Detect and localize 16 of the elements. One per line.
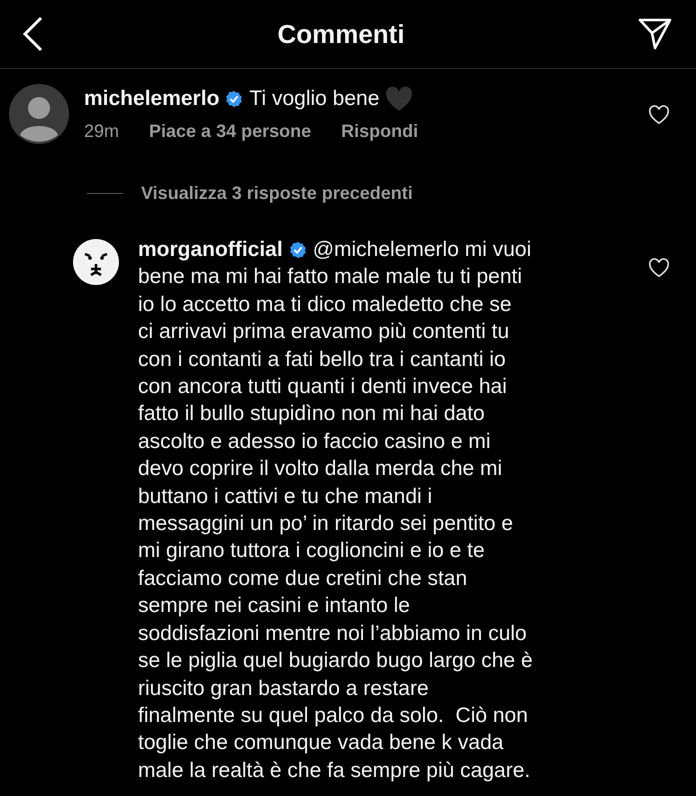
likes-link[interactable]: Piace a 34 persone: [149, 121, 312, 142]
avatar-icon[interactable]: [8, 83, 70, 145]
like-icon[interactable]: [648, 105, 670, 125]
username[interactable]: michelemerlo: [84, 87, 220, 111]
comment-text: Ti voglio bene: [249, 87, 380, 111]
send-icon[interactable]: [638, 17, 672, 51]
back-icon[interactable]: [22, 16, 44, 52]
view-replies-link[interactable]: Visualizza 3 risposte precedenti: [141, 183, 413, 204]
like-icon[interactable]: [648, 258, 670, 278]
comment-text: bene ma mi hai fatto male male tu ti penti io lo accetto ma ti dico maledetto che se ci arrivavi prima eravamo più contenti tu con i contanti a fati bello tra i cantanti io con ancora tutti quanti i denti invece hai fatto il bullo stupidìno non mi hai dato ascolto e adesso io faccio casino e mi devo coprire il volto dalla merda che mi buttano i cattivi e tu che mandi i messaggini un po’ in ritardo sei pentito e mi girano tuttora i coglioncini e io e te facciamo come due cretini che stan sempre nei casini e intanto le soddisfazioni mentre noi l’abbiamo in culo se le piglia quel bugiardo bugo largo che è riuscito gran bastardo a restare finalmente su quel palco da solo. Ciò non toglie che comunque vada bene k vada male la realtà è che fa sempre più cagare.: [138, 264, 534, 784]
page-title: Commenti: [277, 18, 405, 50]
reply-link[interactable]: Rispondi: [341, 121, 418, 142]
username[interactable]: morganofficial: [138, 236, 283, 264]
comment-time: 29m: [84, 121, 120, 142]
avatar-icon[interactable]: [72, 238, 120, 286]
comment-text: @michelemerlo mi vuoi: [312, 237, 532, 263]
